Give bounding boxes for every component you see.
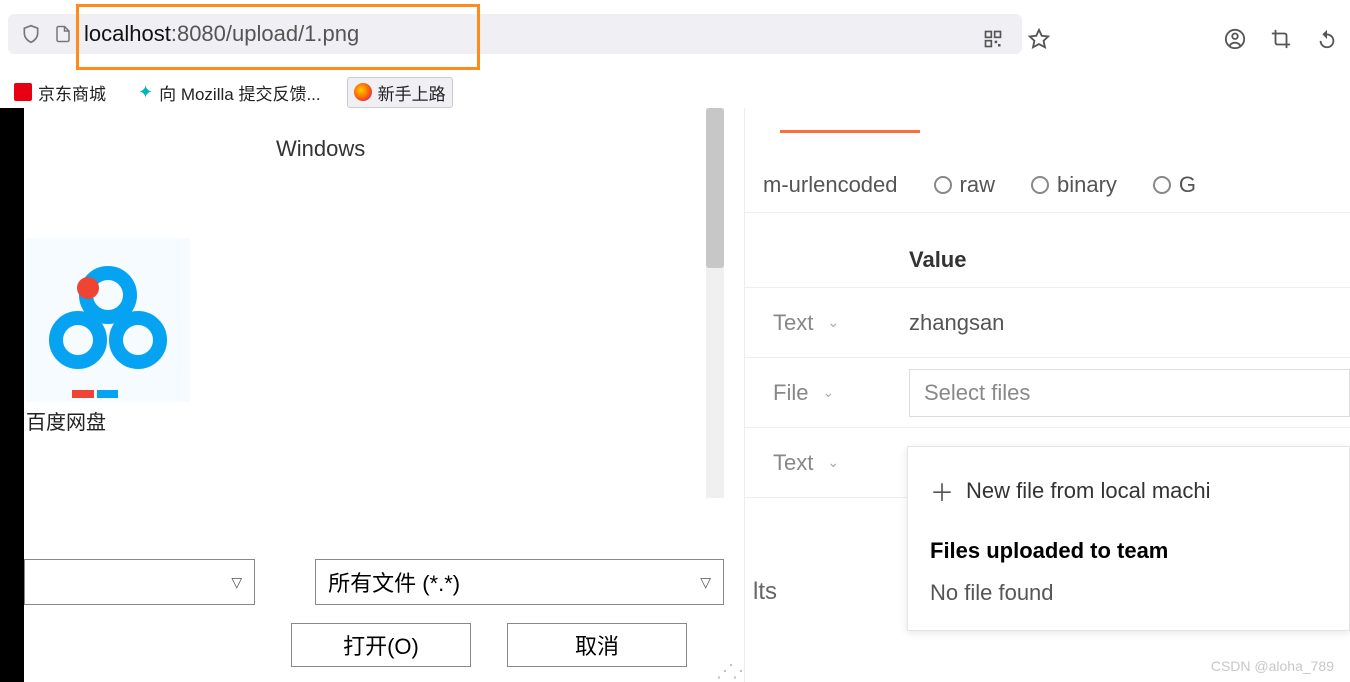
page-icon xyxy=(52,23,74,45)
clash-label: Windows xyxy=(276,136,365,162)
bookmarks-bar: 京东商城 ✦ 向 Mozilla 提交反馈... 新手上路 xyxy=(0,76,1350,108)
opt-raw[interactable]: raw xyxy=(934,172,995,198)
file-open-dialog: Windows 百度网盘 xyxy=(24,108,724,682)
opt-graphql[interactable]: G xyxy=(1153,172,1196,198)
filename-combo[interactable]: ▽ xyxy=(24,559,255,605)
table-row[interactable]: Text⌄ zhangsan xyxy=(745,288,1350,358)
open-button[interactable]: 打开(O) xyxy=(291,623,471,667)
file-dropdown: ＋ New file from local machi Files upload… xyxy=(907,446,1350,631)
radio-icon xyxy=(934,176,952,194)
plus-icon: ＋ xyxy=(930,473,952,508)
value-cell[interactable]: zhangsan xyxy=(893,310,1350,336)
url-box[interactable]: localhost:8080/upload/1.png xyxy=(8,14,1022,54)
bookmark-mozilla[interactable]: ✦ 向 Mozilla 提交反馈... xyxy=(132,78,327,107)
dd-new-file[interactable]: ＋ New file from local machi xyxy=(908,465,1349,516)
cancel-button[interactable]: 取消 xyxy=(507,623,687,667)
qr-icon[interactable] xyxy=(982,28,1004,50)
bookmark-label: 向 Mozilla 提交反馈... xyxy=(159,80,321,105)
chevron-down-icon: ⌄ xyxy=(822,384,834,401)
dd-section-title: Files uploaded to team xyxy=(908,516,1349,574)
page-content: Windows 百度网盘 xyxy=(0,108,1350,682)
postman-panel: m-urlencoded raw binary G Value Text⌄ zh… xyxy=(744,108,1350,682)
account-icon[interactable] xyxy=(1224,28,1246,50)
bookmark-newbie[interactable]: 新手上路 xyxy=(347,77,453,108)
bookmark-label: 新手上路 xyxy=(378,80,446,105)
radio-icon xyxy=(1031,176,1049,194)
radio-icon xyxy=(1153,176,1171,194)
file-item-baidu[interactable]: 百度网盘 xyxy=(26,238,194,435)
opt-urlencoded[interactable]: m-urlencoded xyxy=(763,172,898,198)
chevron-down-icon: ▽ xyxy=(700,574,711,591)
value-cell[interactable]: Select files xyxy=(893,369,1350,417)
chevron-down-icon: ▽ xyxy=(231,574,242,591)
dd-empty: No file found xyxy=(908,574,1349,612)
url-text[interactable]: localhost:8080/upload/1.png xyxy=(84,21,359,47)
grid-header: Value xyxy=(745,232,1350,288)
bookmark-label: 京东商城 xyxy=(38,80,106,105)
file-item-label: 百度网盘 xyxy=(26,406,194,435)
jd-icon xyxy=(14,83,32,101)
type-selector[interactable]: Text⌄ xyxy=(745,450,893,476)
table-row[interactable]: File⌄ Select files xyxy=(745,358,1350,428)
toolbar-far-right xyxy=(1224,28,1338,50)
opt-binary[interactable]: binary xyxy=(1031,172,1117,198)
shield-icon xyxy=(20,23,42,45)
select-files-button[interactable]: Select files xyxy=(909,369,1350,417)
crop-icon[interactable] xyxy=(1270,28,1292,50)
baidu-icon xyxy=(26,238,190,402)
type-selector[interactable]: Text⌄ xyxy=(745,310,893,336)
watermark: CSDN @aloha_789 xyxy=(1211,658,1334,674)
type-selector[interactable]: File⌄ xyxy=(745,380,893,406)
body-type-options: m-urlencoded raw binary G xyxy=(745,164,1350,213)
filter-label: 所有文件 (*.*) xyxy=(328,566,460,598)
filter-combo[interactable]: 所有文件 (*.*) ▽ xyxy=(315,559,724,605)
scrollbar[interactable] xyxy=(706,108,724,498)
bookmark-jd[interactable]: 京东商城 xyxy=(8,78,112,107)
results-label: lts xyxy=(745,578,777,606)
scrollbar-thumb[interactable] xyxy=(706,108,724,268)
bookmark-star-icon[interactable] xyxy=(1028,28,1050,50)
undo-icon[interactable] xyxy=(1316,28,1338,50)
chevron-down-icon: ⌄ xyxy=(827,314,839,331)
firefox-icon xyxy=(354,83,372,101)
col-value: Value xyxy=(893,247,1350,273)
puzzle-icon: ✦ xyxy=(138,82,153,103)
browser-address-bar: localhost:8080/upload/1.png xyxy=(0,10,1350,58)
toolbar-right xyxy=(982,28,1050,50)
active-tab-indicator xyxy=(780,130,920,133)
chevron-down-icon: ⌄ xyxy=(827,454,839,471)
